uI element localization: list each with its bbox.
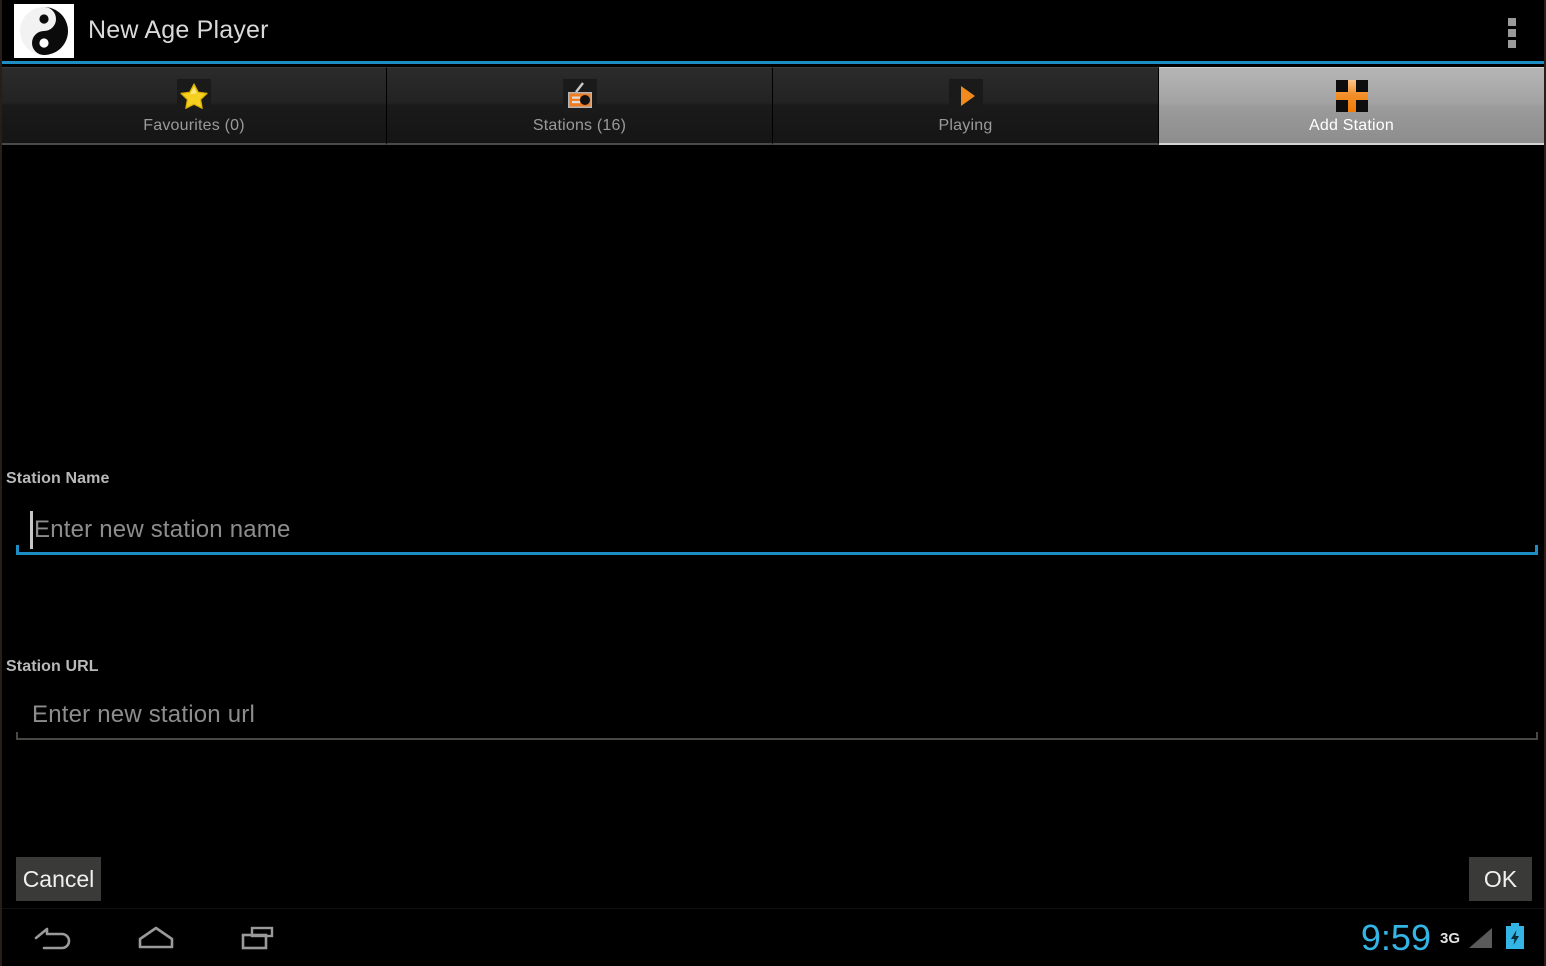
app-title-bar: New Age Player [2, 0, 1544, 64]
underline-tick-right [1535, 545, 1538, 555]
underline-tick-left [16, 545, 19, 555]
add-station-form: Station Name Enter new station name Stat… [2, 145, 1544, 908]
network-type-label: 3G [1439, 929, 1460, 947]
tab-label: Favourites (0) [143, 116, 245, 134]
battery-charging-icon [1504, 922, 1526, 955]
plus-icon [1333, 77, 1371, 115]
tab-stations[interactable]: Stations (16) [387, 67, 773, 145]
recent-apps-icon[interactable] [210, 909, 306, 966]
underline-tick-right [1536, 732, 1538, 740]
tab-playing[interactable]: Playing [773, 67, 1159, 145]
station-url-label: Station URL [6, 658, 99, 675]
play-icon [947, 77, 985, 115]
station-name-label: Station Name [6, 470, 110, 487]
system-navigation-bar: 9:59 3G [2, 908, 1544, 966]
radio-icon [561, 77, 599, 115]
tab-label: Add Station [1309, 116, 1394, 134]
android-screen: New Age Player Favourites (0) Stations (… [0, 0, 1546, 966]
status-indicators: 9:59 3G [1361, 909, 1526, 966]
yin-yang-icon [14, 3, 74, 58]
input-underline-focused [16, 552, 1538, 555]
back-arrow-icon[interactable] [6, 909, 102, 966]
station-name-input[interactable]: Enter new station name [16, 505, 1538, 555]
underline-tick-left [16, 732, 18, 740]
star-icon [175, 77, 213, 115]
tab-favourites[interactable]: Favourites (0) [2, 67, 387, 145]
overflow-menu-icon[interactable] [1508, 18, 1516, 48]
ok-button[interactable]: OK [1469, 857, 1532, 901]
home-icon[interactable] [108, 909, 204, 966]
tab-bar: Favourites (0) Stations (16) Playing Add… [2, 67, 1544, 145]
station-url-placeholder: Enter new station url [32, 701, 255, 728]
cancel-button[interactable]: Cancel [16, 857, 101, 901]
tab-label: Stations (16) [532, 116, 627, 134]
station-name-placeholder: Enter new station name [34, 516, 291, 543]
input-underline [16, 738, 1538, 740]
tab-label: Playing [938, 116, 993, 134]
signal-bars-icon [1465, 925, 1495, 951]
station-url-input[interactable]: Enter new station url [16, 690, 1538, 740]
text-caret [30, 511, 33, 549]
status-clock: 9:59 [1360, 917, 1431, 958]
page-title: New Age Player [88, 16, 269, 44]
tab-add-station[interactable]: Add Station [1159, 67, 1544, 145]
